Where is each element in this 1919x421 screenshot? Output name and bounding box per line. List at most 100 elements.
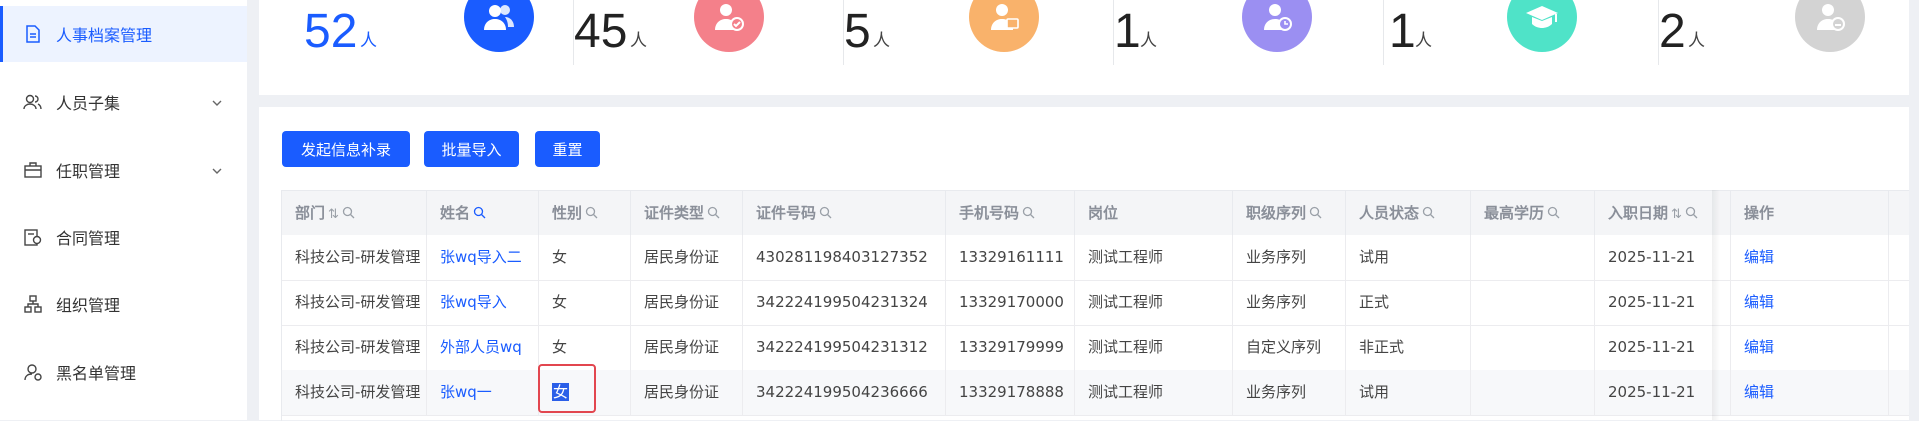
cell-position: 测试工程师 bbox=[1075, 235, 1233, 280]
column-header-position[interactable]: 岗位 bbox=[1075, 191, 1233, 235]
column-header-id-type[interactable]: 证件类型 bbox=[631, 191, 743, 235]
cell-name-link[interactable]: 张wq导入二 bbox=[427, 235, 539, 280]
fixed-column-shadow bbox=[1712, 190, 1720, 420]
user-check-icon bbox=[694, 0, 764, 52]
column-label: 岗位 bbox=[1088, 204, 1119, 222]
search-icon[interactable] bbox=[1547, 192, 1560, 236]
cell-grade-sequence: 业务序列 bbox=[1233, 280, 1346, 325]
contract-icon bbox=[23, 227, 43, 247]
column-header-status[interactable]: 人员状态 bbox=[1346, 191, 1471, 235]
search-icon[interactable] bbox=[585, 192, 598, 236]
edit-link[interactable]: 编辑 bbox=[1731, 325, 1889, 370]
column-header-phone[interactable]: 手机号码 bbox=[946, 191, 1075, 235]
personnel-table: 部门 ⇅ 姓名 性别 证件类型 证件号码 手机号码 岗位 职级序列 人员状态 最… bbox=[281, 190, 1910, 421]
column-label: 证件号码 bbox=[756, 204, 817, 222]
stat-probation[interactable]: 5 人 bbox=[844, 0, 1114, 95]
cell-id-type: 居民身份证 bbox=[631, 235, 743, 280]
user-block-icon bbox=[23, 362, 43, 382]
cell-status: 试用 bbox=[1346, 370, 1471, 415]
edit-link[interactable]: 编辑 bbox=[1731, 370, 1889, 415]
column-header-gender[interactable]: 性别 bbox=[539, 191, 631, 235]
search-icon[interactable] bbox=[473, 192, 486, 236]
cell-department: 科技公司-研发管理 bbox=[282, 280, 427, 325]
sort-icon[interactable]: ⇅ bbox=[1671, 207, 1682, 222]
stat-active[interactable]: 45 人 bbox=[574, 0, 844, 95]
table-row[interactable]: 科技公司-研发管理 张wq导入 女 居民身份证 3422241995042313… bbox=[282, 280, 1910, 326]
cell-gender: 女 bbox=[539, 235, 631, 280]
column-label: 性别 bbox=[552, 204, 583, 222]
column-header-department[interactable]: 部门 ⇅ bbox=[282, 191, 427, 235]
search-icon[interactable] bbox=[1422, 192, 1435, 236]
column-label: 部门 bbox=[295, 204, 326, 222]
group-icon bbox=[464, 0, 534, 52]
sidebar-item-label: 黑名单管理 bbox=[56, 364, 137, 383]
stat-unit: 人 bbox=[1688, 31, 1705, 51]
stat-value: 1 bbox=[1389, 5, 1416, 58]
org-chart-icon bbox=[23, 294, 43, 314]
stat-intern[interactable]: 1 人 bbox=[1389, 0, 1659, 95]
chevron-down-icon[interactable] bbox=[210, 163, 224, 177]
column-header-id-number[interactable]: 证件号码 bbox=[743, 191, 946, 235]
sidebar-item-label: 人员子集 bbox=[56, 94, 121, 113]
cell-education bbox=[1471, 280, 1595, 325]
chevron-down-icon[interactable] bbox=[210, 95, 224, 109]
cell-name-link[interactable]: 外部人员wq bbox=[427, 325, 539, 370]
cell-hire-date: 2025-11-21 bbox=[1595, 235, 1731, 280]
column-label: 证件类型 bbox=[644, 204, 705, 222]
cell-phone: 13329179999 bbox=[946, 325, 1075, 370]
table-row[interactable]: 科技公司-研发管理 外部人员wq 女 居民身份证 342224199504231… bbox=[282, 325, 1910, 371]
column-header-grade-sequence[interactable]: 职级序列 bbox=[1233, 191, 1346, 235]
search-icon[interactable] bbox=[342, 192, 355, 236]
cell-id-number: 342224199504231312 bbox=[743, 325, 946, 370]
cell-position: 测试工程师 bbox=[1075, 325, 1233, 370]
column-header-hire-date[interactable]: 入职日期 ⇅ bbox=[1595, 191, 1731, 235]
stat-value: 2 bbox=[1659, 5, 1686, 58]
cell-id-number: 430281198403127352 bbox=[743, 235, 946, 280]
edit-link[interactable]: 编辑 bbox=[1731, 280, 1889, 325]
initiate-supplement-button[interactable]: 发起信息补录 bbox=[282, 131, 410, 167]
sort-icon[interactable]: ⇅ bbox=[328, 207, 339, 222]
cell-id-type: 居民身份证 bbox=[631, 325, 743, 370]
search-icon[interactable] bbox=[1022, 192, 1035, 236]
edit-link[interactable]: 编辑 bbox=[1731, 235, 1889, 280]
search-icon[interactable] bbox=[1685, 192, 1698, 236]
sidebar-item-label: 合同管理 bbox=[56, 229, 121, 248]
stats-panel: 52 人 45 人 5 人 1 人 1 人 2 人 bbox=[259, 0, 1909, 95]
stat-value: 1 bbox=[1114, 5, 1141, 58]
column-label: 姓名 bbox=[440, 204, 471, 222]
table-row[interactable]: 科技公司-研发管理 张wq一 女 居民身份证 34222419950423666… bbox=[282, 370, 1910, 416]
scrollbar-track[interactable] bbox=[1909, 0, 1919, 420]
column-label: 操作 bbox=[1744, 204, 1775, 222]
cell-hire-date: 2025-11-21 bbox=[1595, 280, 1731, 325]
stat-pending[interactable]: 1 人 bbox=[1114, 0, 1384, 95]
stat-total[interactable]: 52 人 bbox=[304, 0, 574, 95]
sidebar-item-personnel-subsets[interactable]: 人员子集 bbox=[0, 74, 247, 130]
column-label: 入职日期 bbox=[1608, 204, 1669, 222]
cell-id-number: 342224199504231324 bbox=[743, 280, 946, 325]
cell-name-link[interactable]: 张wq一 bbox=[427, 370, 539, 415]
column-header-education[interactable]: 最高学历 bbox=[1471, 191, 1595, 235]
reset-button[interactable]: 重置 bbox=[535, 131, 600, 167]
stat-value: 5 bbox=[844, 5, 871, 58]
sidebar-item-personnel-files[interactable]: 人事档案管理 bbox=[0, 6, 247, 62]
sidebar-item-blacklist[interactable]: 黑名单管理 bbox=[0, 344, 247, 400]
column-label: 手机号码 bbox=[959, 204, 1020, 222]
cell-grade-sequence: 业务序列 bbox=[1233, 235, 1346, 280]
sidebar-item-organization[interactable]: 组织管理 bbox=[0, 276, 247, 332]
sidebar-item-appointment[interactable]: 任职管理 bbox=[0, 142, 247, 198]
search-icon[interactable] bbox=[707, 192, 720, 236]
user-leave-icon bbox=[1795, 0, 1865, 52]
batch-import-button[interactable]: 批量导入 bbox=[424, 131, 519, 167]
search-icon[interactable] bbox=[819, 192, 832, 236]
stat-resigned[interactable]: 2 人 bbox=[1659, 0, 1919, 95]
cell-name-link[interactable]: 张wq导入 bbox=[427, 280, 539, 325]
cell-id-number: 342224199504236666 bbox=[743, 370, 946, 415]
stat-unit: 人 bbox=[360, 31, 377, 51]
column-header-name[interactable]: 姓名 bbox=[427, 191, 539, 235]
sidebar-item-contracts[interactable]: 合同管理 bbox=[0, 209, 247, 265]
stat-value: 45 bbox=[574, 5, 628, 58]
cell-id-type: 居民身份证 bbox=[631, 370, 743, 415]
cell-phone: 13329178888 bbox=[946, 370, 1075, 415]
search-icon[interactable] bbox=[1309, 192, 1322, 236]
table-row[interactable]: 科技公司-研发管理 张wq导入二 女 居民身份证 430281198403127… bbox=[282, 235, 1910, 281]
